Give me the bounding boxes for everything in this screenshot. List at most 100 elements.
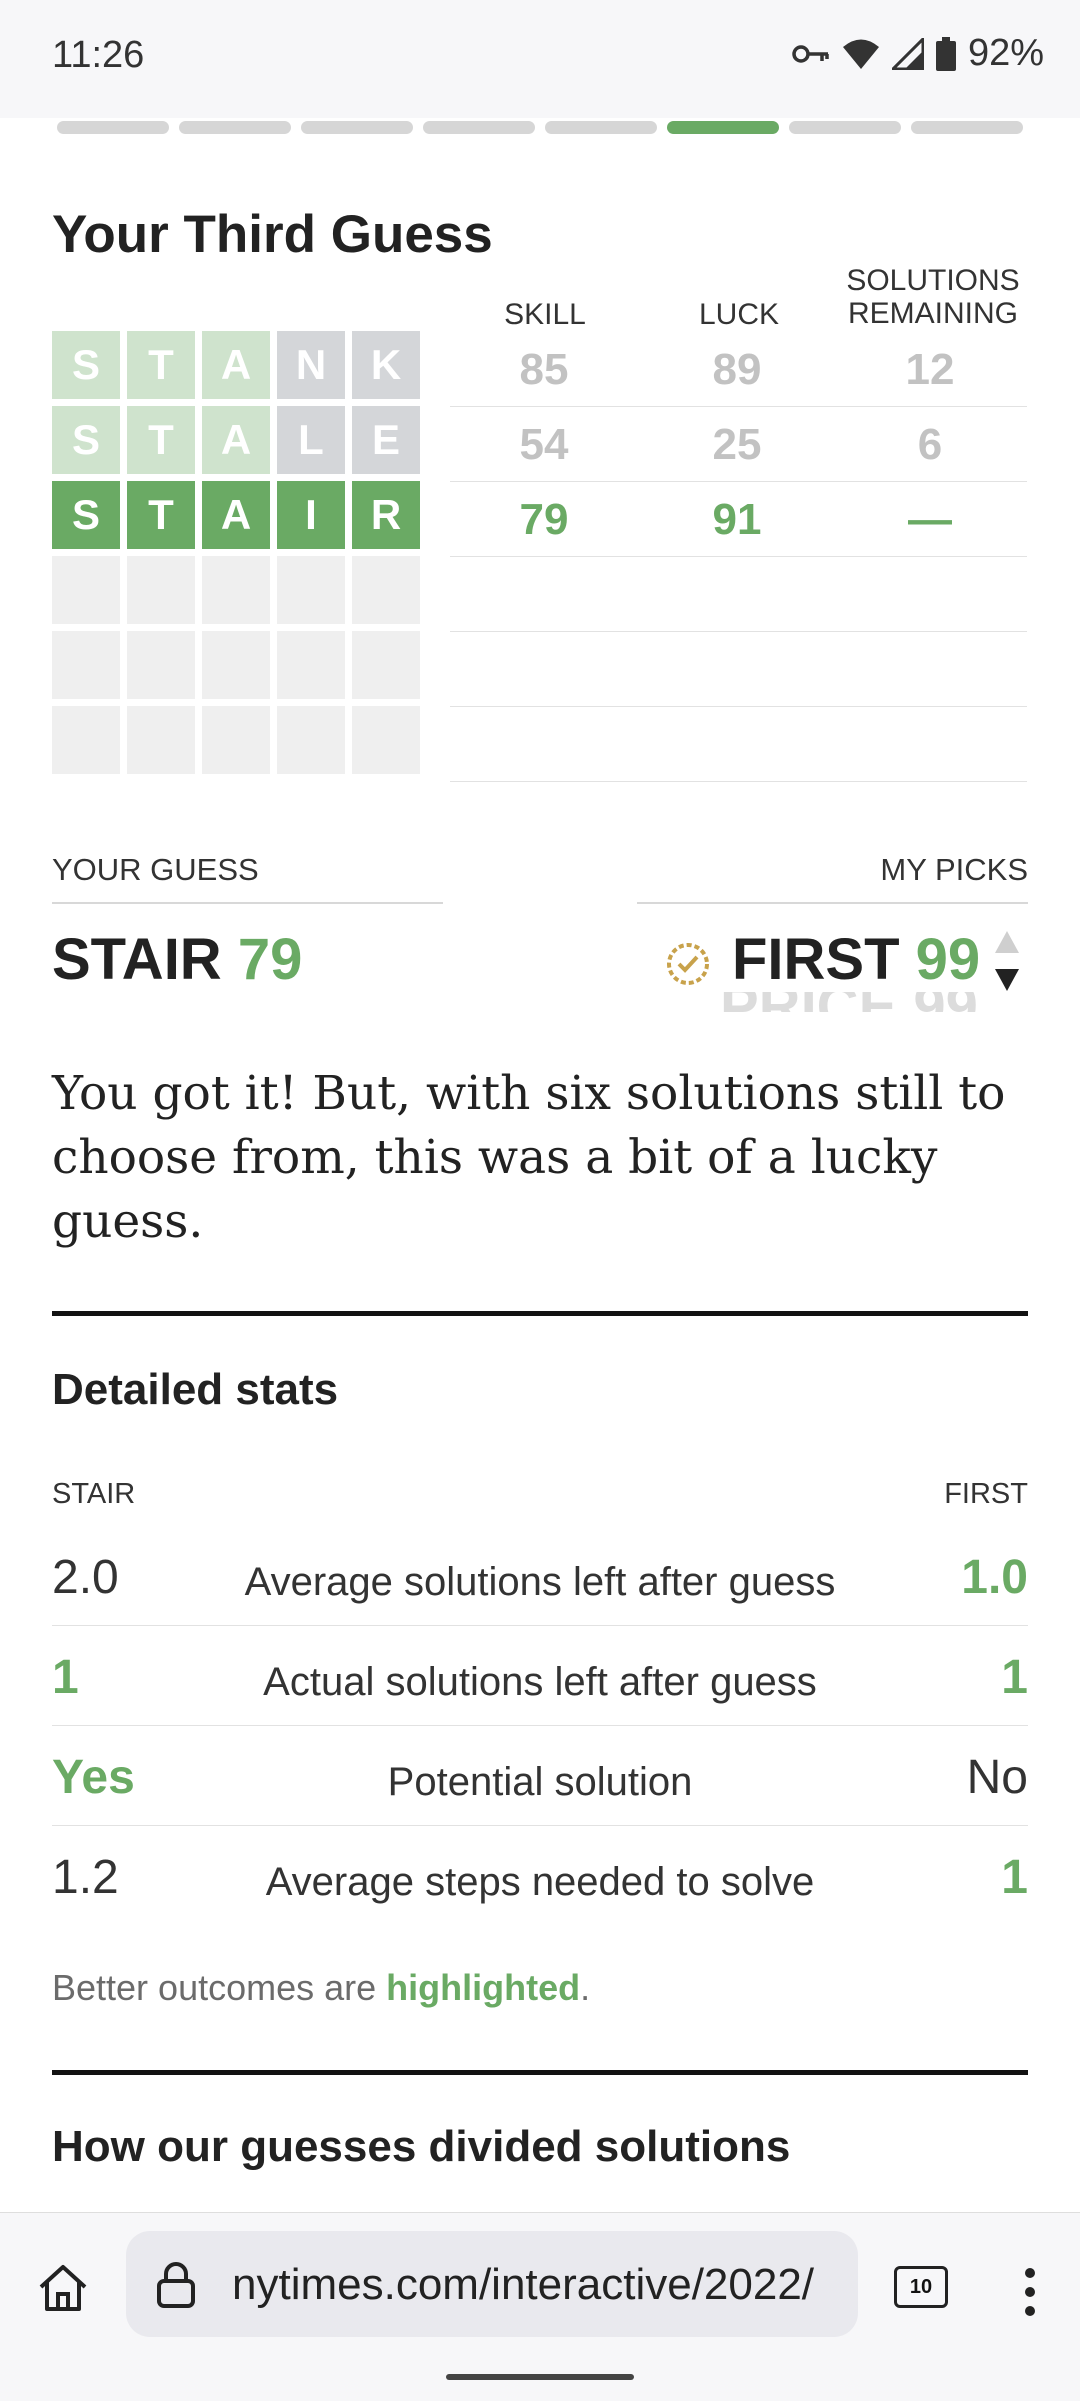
score-row bbox=[450, 556, 1027, 632]
stat-label: Average steps needed to solve bbox=[265, 1860, 815, 1904]
progress-segment bbox=[545, 121, 657, 134]
address-bar[interactable]: nytimes.com/interactive/2022/ bbox=[126, 2231, 858, 2337]
letter-tile: I bbox=[277, 481, 345, 549]
your-guess-score: 79 bbox=[237, 927, 303, 992]
stat-label: Actual solutions left after guess bbox=[263, 1660, 817, 1704]
letter-tile bbox=[352, 631, 420, 699]
more-menu-icon[interactable] bbox=[1024, 2267, 1036, 2322]
wifi-icon bbox=[842, 38, 880, 70]
letter-tile bbox=[352, 706, 420, 774]
guess-grid: STANKSTALESTAIR bbox=[52, 331, 420, 774]
letter-tile: A bbox=[202, 481, 270, 549]
stat-right-value: 1 bbox=[1001, 1651, 1028, 1704]
letter-tile: A bbox=[202, 331, 270, 399]
section-rule-2 bbox=[52, 2070, 1028, 2075]
remaining-value: — bbox=[908, 495, 952, 544]
solutions-header-line2: REMAINING bbox=[847, 297, 1018, 330]
my-picks-label: MY PICKS bbox=[880, 852, 1028, 887]
pick-down-arrow-icon[interactable] bbox=[993, 966, 1021, 999]
my-picks-divider bbox=[637, 902, 1028, 904]
stats-right-head: FIRST bbox=[944, 1478, 1028, 1510]
solutions-header-line1: SOLUTIONS bbox=[846, 264, 1020, 297]
stat-label: Average solutions left after guess bbox=[244, 1560, 836, 1604]
letter-tile bbox=[52, 706, 120, 774]
letter-tile bbox=[127, 556, 195, 624]
skill-value: 54 bbox=[519, 420, 569, 469]
score-row: 54 25 6 bbox=[450, 406, 1027, 482]
letter-tile: N bbox=[277, 331, 345, 399]
stat-row: 2.0 Average solutions left after guess 1.0 bbox=[52, 1526, 1028, 1626]
skill-value: 85 bbox=[519, 345, 569, 394]
stat-row: Yes Potential solution No bbox=[52, 1726, 1028, 1826]
divided-title: How our guesses divided solutions bbox=[52, 2122, 791, 2171]
letter-tile: R bbox=[352, 481, 420, 549]
status-time: 11:26 bbox=[52, 34, 145, 76]
stat-right-value: 1 bbox=[1001, 1851, 1028, 1904]
guess-title: Your Third Guess bbox=[52, 205, 493, 264]
luck-value: 89 bbox=[712, 345, 762, 394]
gesture-home-indicator[interactable] bbox=[446, 2374, 634, 2380]
browser-toolbar: nytimes.com/interactive/2022/ 10 bbox=[0, 2212, 1080, 2401]
lock-icon bbox=[154, 2261, 198, 2314]
letter-tile: S bbox=[52, 331, 120, 399]
home-icon[interactable] bbox=[36, 2263, 90, 2318]
score-row bbox=[450, 706, 1027, 782]
my-pick-score: 99 bbox=[915, 927, 981, 992]
letter-tile: S bbox=[52, 406, 120, 474]
battery-percent: 92% bbox=[967, 32, 1044, 74]
letter-tile: T bbox=[127, 481, 195, 549]
url-text[interactable]: nytimes.com/interactive/2022/ bbox=[232, 2260, 844, 2310]
status-bar: 11:26 92% bbox=[0, 0, 1080, 118]
note-suffix: . bbox=[580, 1967, 591, 2008]
my-pick-result[interactable]: FIRST 99 bbox=[732, 926, 980, 993]
stat-label: Potential solution bbox=[387, 1760, 693, 1804]
stat-right-value: 1.0 bbox=[961, 1551, 1028, 1604]
note-prefix: Better outcomes are bbox=[52, 1967, 387, 2008]
skill-column-header: SKILL bbox=[504, 298, 586, 331]
score-row bbox=[450, 631, 1027, 707]
letter-tile: K bbox=[352, 331, 420, 399]
letter-tile bbox=[277, 706, 345, 774]
progress-segment bbox=[667, 121, 779, 134]
signal-icon bbox=[891, 37, 924, 70]
letter-tile: E bbox=[352, 406, 420, 474]
skill-value: 79 bbox=[519, 495, 569, 544]
section-rule bbox=[52, 1311, 1028, 1316]
your-guess-divider bbox=[52, 902, 443, 904]
score-row: 79 91 — bbox=[450, 481, 1027, 557]
luck-value: 91 bbox=[712, 495, 762, 544]
letter-tile bbox=[277, 556, 345, 624]
progress-segment bbox=[301, 121, 413, 134]
your-guess-word: STAIR bbox=[52, 927, 222, 992]
solutions-remaining-header: SOLUTIONS REMAINING bbox=[838, 264, 1028, 330]
stats-note: Better outcomes are highlighted. bbox=[52, 1967, 590, 2009]
progress-segment bbox=[57, 121, 169, 134]
stats-title: Detailed stats bbox=[52, 1365, 339, 1414]
letter-tile bbox=[352, 556, 420, 624]
progress-segment bbox=[789, 121, 901, 134]
letter-tile: T bbox=[127, 331, 195, 399]
stat-row: 1.2 Average steps needed to solve 1 bbox=[52, 1826, 1028, 1925]
letter-tile bbox=[52, 556, 120, 624]
letter-tile bbox=[277, 631, 345, 699]
tab-switcher-button[interactable]: 10 bbox=[894, 2266, 948, 2308]
luck-column-header: LUCK bbox=[698, 298, 780, 331]
letter-tile bbox=[202, 631, 270, 699]
next-pick-preview[interactable]: PRICE 99 bbox=[720, 992, 978, 1012]
letter-tile bbox=[127, 706, 195, 774]
my-pick-word: FIRST bbox=[732, 927, 900, 992]
remaining-value: 12 bbox=[905, 345, 955, 394]
pick-up-arrow-icon[interactable] bbox=[993, 928, 1021, 961]
letter-tile bbox=[52, 631, 120, 699]
verified-badge-icon bbox=[664, 940, 712, 993]
status-icons: 92% bbox=[792, 32, 1044, 75]
score-row: 85 89 12 bbox=[450, 331, 1027, 407]
letter-tile bbox=[127, 631, 195, 699]
letter-tile: T bbox=[127, 406, 195, 474]
your-guess-result: STAIR 79 bbox=[52, 926, 302, 993]
letter-tile: A bbox=[202, 406, 270, 474]
stat-right-value: No bbox=[966, 1751, 1028, 1804]
letter-tile: S bbox=[52, 481, 120, 549]
letter-tile: L bbox=[277, 406, 345, 474]
your-guess-label: YOUR GUESS bbox=[52, 852, 259, 887]
